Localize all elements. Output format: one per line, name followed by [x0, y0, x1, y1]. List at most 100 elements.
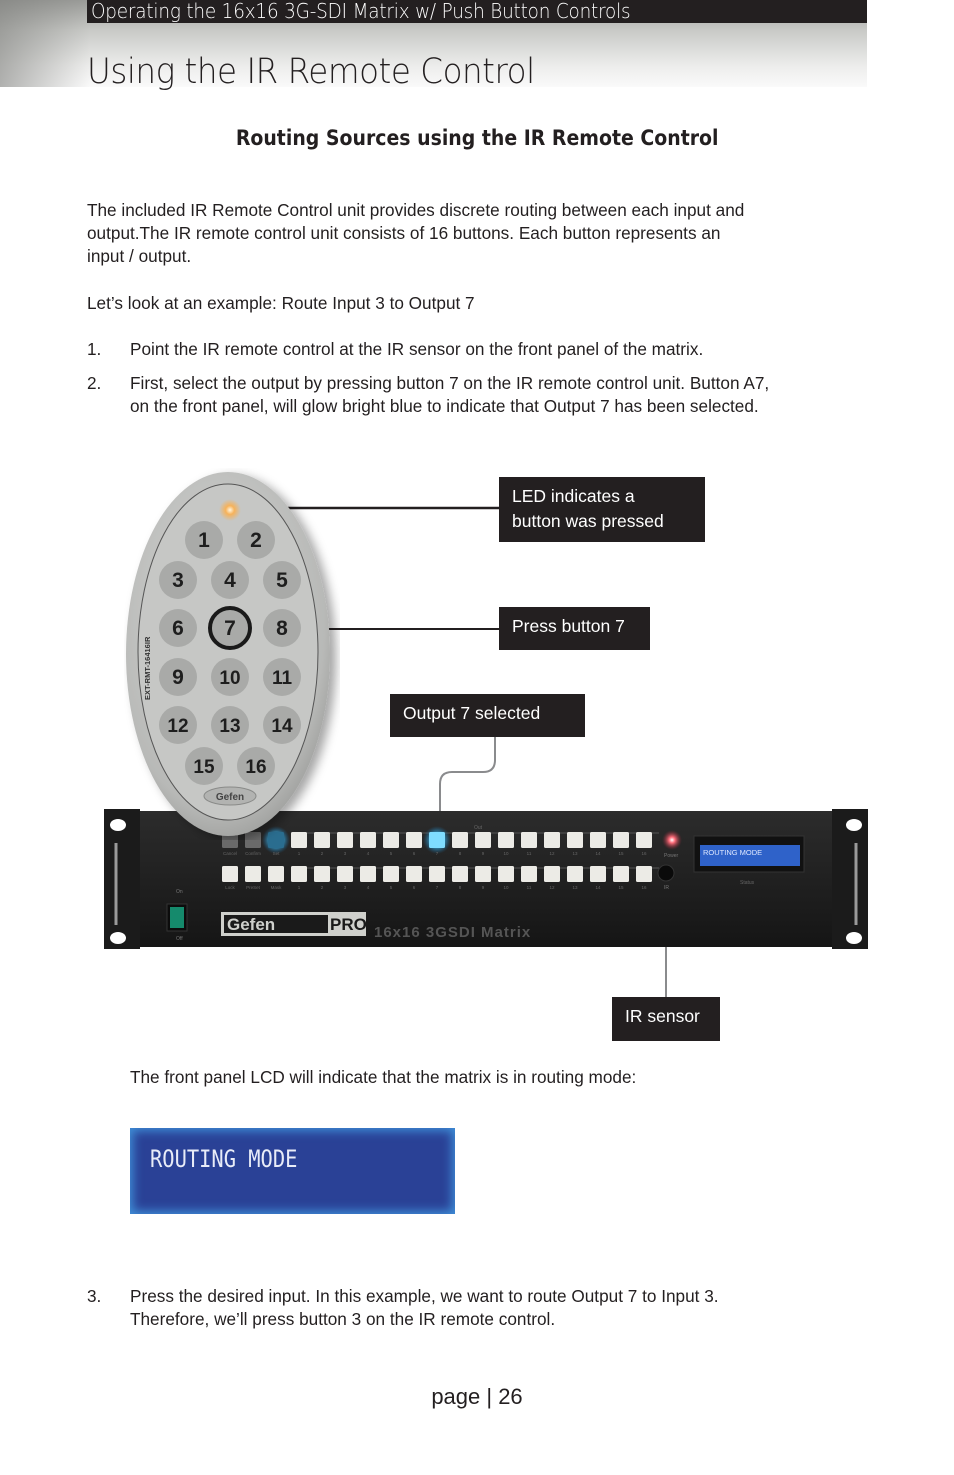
out-label: Out: [474, 825, 483, 831]
panel-button-label: 13: [572, 885, 578, 890]
remote-button-11[interactable]: 11: [263, 658, 301, 696]
input-button-9[interactable]: [475, 866, 491, 882]
device-model: 16x16 3GSDI Matrix: [374, 924, 531, 941]
panel-button-label: 15: [618, 851, 624, 856]
remote-button-9[interactable]: 9: [159, 658, 197, 696]
panel-button-mask[interactable]: [268, 866, 284, 882]
input-button-15[interactable]: [613, 866, 629, 882]
output-button-6[interactable]: [406, 832, 422, 848]
panel-button-label: PreSet: [246, 885, 261, 890]
step-number: 3.: [87, 1286, 102, 1306]
output-connector: [439, 737, 496, 818]
output-button-12[interactable]: [544, 832, 560, 848]
panel-button-label: 10: [503, 851, 509, 856]
remote-led-icon: [219, 499, 241, 521]
output-button-9[interactable]: [475, 832, 491, 848]
remote-button-label: 3: [172, 569, 184, 592]
remote-button-2[interactable]: 2: [237, 521, 275, 559]
remote-button-3[interactable]: 3: [159, 561, 197, 599]
input-button-3[interactable]: [337, 866, 353, 882]
panel-button-label: 11: [527, 851, 532, 856]
remote-button-16[interactable]: 16: [237, 747, 275, 785]
lcd-display-large: ROUTING MODE: [130, 1128, 455, 1214]
ir-sensor: [657, 864, 675, 882]
remote-button-label: 10: [219, 668, 240, 689]
panel-button-label: Set: [273, 851, 281, 856]
panel-button-label: Lock: [225, 885, 235, 890]
ir-label: IR: [664, 885, 669, 891]
remote-button-5[interactable]: 5: [263, 561, 301, 599]
input-button-16[interactable]: [636, 866, 652, 882]
panel-button-label: 11: [527, 885, 532, 890]
step-line: Press the desired input. In this example…: [130, 1286, 719, 1306]
input-button-1[interactable]: [291, 866, 307, 882]
ir-remote-graphic: EXT-RMT-16416IR 1 23 4 56 7 89 10 1112 13 1415 16 …: [126, 472, 330, 836]
power-led-icon: [662, 830, 682, 850]
input-button-4[interactable]: [360, 866, 376, 882]
remote-button-label: 2: [250, 529, 262, 552]
input-button-5[interactable]: [383, 866, 399, 882]
lcd-note: The front panel LCD will indicate that t…: [130, 1067, 637, 1087]
remote-button-8[interactable]: 8: [263, 609, 301, 647]
panel-button-label: 12: [549, 851, 555, 856]
panel-button-label: 14: [595, 885, 601, 890]
output-button-11[interactable]: [521, 832, 537, 848]
callout-press-button: Press button 7: [499, 607, 650, 650]
remote-button-14[interactable]: 14: [263, 706, 301, 744]
switch-on-label: On: [176, 889, 183, 895]
input-button-2[interactable]: [314, 866, 330, 882]
step-text: Press the desired input. In this example…: [130, 1285, 719, 1331]
input-button-12[interactable]: [544, 866, 560, 882]
remote-button-13[interactable]: 13: [211, 706, 249, 744]
ir-remote: EXT-RMT-16416IR 1 2 3 4 5 6 7 8 9 10 11 12 13 14 15 16 …: [124, 468, 340, 840]
remote-button-10[interactable]: 10: [211, 658, 249, 696]
input-button-10[interactable]: [498, 866, 514, 882]
remote-button-6[interactable]: 6: [159, 609, 197, 647]
remote-model-label: EXT-RMT-16416IR: [143, 636, 152, 700]
remote-button-label: 1: [198, 529, 210, 552]
panel-button-lock[interactable]: [222, 866, 238, 882]
panel-button-preset[interactable]: [245, 866, 261, 882]
remote-button-4[interactable]: 4: [211, 561, 249, 599]
brand-pro: PRO: [330, 915, 367, 934]
remote-button-label: 5: [276, 569, 288, 592]
callout-ir-sensor: IR sensor: [612, 997, 720, 1041]
input-button-13[interactable]: [567, 866, 583, 882]
power-switch-rocker: [170, 907, 184, 928]
rack-hole-icon: [110, 932, 126, 944]
panel-button-label: 10: [503, 885, 509, 890]
output-button-14[interactable]: [590, 832, 606, 848]
remote-button-15[interactable]: 15: [185, 747, 223, 785]
remote-face: [137, 483, 319, 821]
remote-button-12[interactable]: 12: [159, 706, 197, 744]
output-button-8[interactable]: [452, 832, 468, 848]
rack-hole-icon: [846, 932, 862, 944]
output-button-13[interactable]: [567, 832, 583, 848]
remote-button-label: 13: [219, 716, 240, 737]
switch-off-label: Off: [176, 936, 183, 942]
output-button-10[interactable]: [498, 832, 514, 848]
status-label: Status: [740, 880, 755, 886]
remote-button-label: 6: [172, 617, 184, 640]
input-button-14[interactable]: [590, 866, 606, 882]
output-button-7[interactable]: [429, 832, 445, 848]
remote-button-label: 8: [276, 617, 288, 640]
remote-brand-label: Gefen: [216, 792, 244, 803]
output-button-4[interactable]: [360, 832, 376, 848]
remote-button-label: 16: [245, 757, 266, 778]
panel-button-label: Confirm: [245, 851, 261, 856]
input-button-11[interactable]: [521, 866, 537, 882]
output-button-5[interactable]: [383, 832, 399, 848]
remote-button-1[interactable]: 1: [185, 521, 223, 559]
output-button-16[interactable]: [636, 832, 652, 848]
output-button-15[interactable]: [613, 832, 629, 848]
remote-button-label: 7: [224, 617, 236, 640]
panel-button-label: Cancel: [223, 851, 237, 856]
panel-button-label: 16: [641, 851, 647, 856]
input-button-6[interactable]: [406, 866, 422, 882]
input-button-8[interactable]: [452, 866, 468, 882]
input-button-7[interactable]: [429, 866, 445, 882]
remote-button-label: 4: [224, 569, 236, 592]
remote-button-7[interactable]: 7: [208, 606, 252, 650]
rack-hole-icon: [846, 819, 862, 831]
